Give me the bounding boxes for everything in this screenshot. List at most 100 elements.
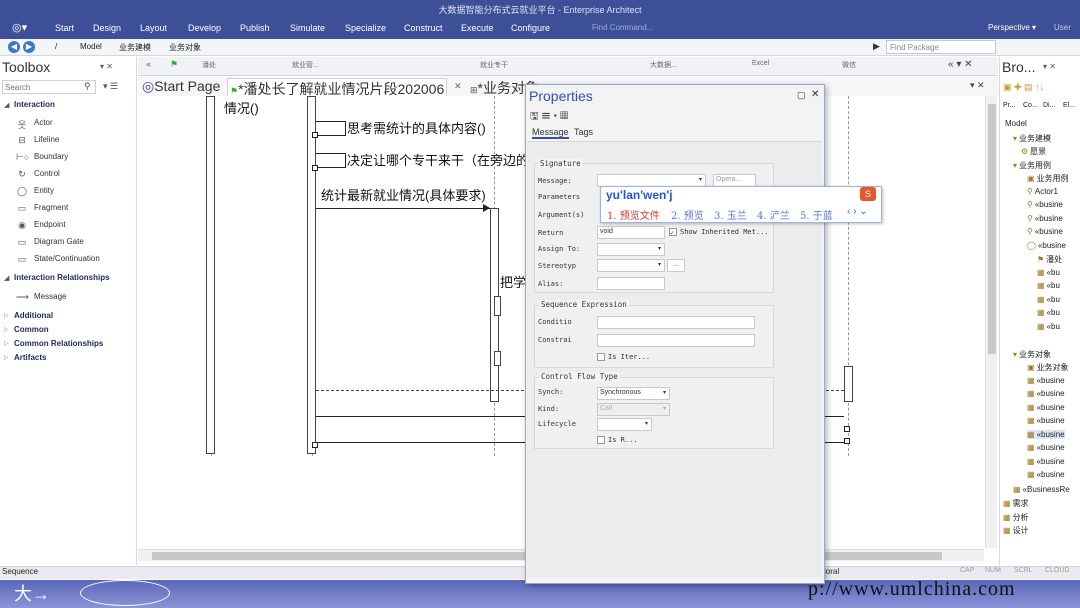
kind-select[interactable]: Call ▾ (597, 403, 670, 416)
browser-tree-item[interactable]: ⚲ «busine (1027, 227, 1063, 236)
toolbox-section-common[interactable]: Common (14, 325, 49, 334)
message-label[interactable]: 情况() (224, 98, 259, 117)
browser-tree-item[interactable]: ▦ «BusinessRe (1013, 485, 1070, 494)
browser-tree-item[interactable]: ⚲ Actor1 (1027, 187, 1058, 196)
toolbox-item-control[interactable]: Control (34, 169, 60, 178)
breadcrumb-item[interactable]: / (55, 42, 57, 51)
section-caret-icon[interactable]: ◢ (4, 101, 9, 109)
toolbox-pin-icon[interactable]: ▾ ✕ (100, 62, 113, 71)
ime-candidate[interactable]: 2. 预览 (671, 207, 704, 222)
close-tab-icon[interactable]: ✕ (454, 81, 462, 92)
show-inherited-checkbox[interactable]: ✓ Show Inherited Met... (669, 228, 769, 237)
toolbox-item-lifeline[interactable]: Lifeline (34, 135, 59, 144)
browser-tree-item[interactable]: ▾ 业务用例 (1013, 160, 1051, 171)
activation-bar[interactable] (494, 296, 501, 316)
browser-tree-item[interactable]: ▦ «busine (1027, 416, 1065, 425)
section-collapsed-icon[interactable]: ▷ (4, 312, 9, 319)
menu-design[interactable]: Design (93, 23, 121, 33)
search-icon[interactable]: ⚲ (84, 81, 91, 92)
stereotype-select[interactable]: ▾ (597, 259, 665, 272)
toolbox-item-entity[interactable]: Entity (34, 186, 54, 195)
browser-tree-item[interactable]: ▦ 设计 (1003, 525, 1029, 536)
menu-start[interactable]: Start (55, 23, 74, 33)
activation-bar[interactable] (844, 366, 853, 402)
browser-tree-item[interactable]: ▣ 业务用例 (1027, 173, 1069, 184)
toolbox-section-common-relationships[interactable]: Common Relationships (14, 339, 103, 348)
browser-tree-item[interactable]: ⚑ 潘处 (1037, 254, 1062, 265)
browser-subtab[interactable]: El... (1063, 102, 1075, 109)
toolbox-section-interaction-relationships[interactable]: Interaction Relationships (14, 273, 110, 282)
tab-list-icon[interactable]: ▾ ✕ (970, 80, 985, 91)
browser-tree-item[interactable]: ▦ «bu (1037, 295, 1060, 304)
synch-select[interactable]: Synchronous ▾ (597, 387, 670, 400)
browser-subtab[interactable]: Pr... (1003, 102, 1015, 109)
browser-tree-item[interactable]: ⚲ «busine (1027, 200, 1063, 209)
breadcrumb-item[interactable]: Model (80, 42, 102, 51)
forward-icon[interactable]: ▶ (23, 41, 35, 53)
activation-bar[interactable] (307, 96, 316, 454)
toolbox-options-icon[interactable]: ▾ ☰ (103, 81, 118, 92)
message-arrow[interactable] (316, 208, 490, 209)
toolbox-section-artifacts[interactable]: Artifacts (14, 353, 46, 362)
browser-tree-item[interactable]: ▣ 业务对象 (1027, 362, 1069, 373)
lane-header[interactable]: 就业专干 (480, 60, 508, 70)
toolbox-item-fragment[interactable]: Fragment (34, 203, 68, 212)
browser-tree-item[interactable]: ▾ 业务对象 (1013, 349, 1051, 360)
ime-candidate[interactable]: 1. 预览文件 (607, 207, 660, 222)
toolbox-item-endpoint[interactable]: Endpoint (34, 220, 66, 229)
maximize-icon[interactable]: ▢ (797, 90, 806, 101)
menu-specialize[interactable]: Specialize (345, 23, 386, 33)
toolbox-item-actor[interactable]: Actor (34, 118, 53, 127)
stereotype-browse-button[interactable]: ... (667, 259, 685, 272)
toolbox-section-additional[interactable]: Additional (14, 311, 53, 320)
menu-construct[interactable]: Construct (404, 23, 443, 33)
browser-tree-item[interactable]: ▦ «busine (1027, 470, 1065, 479)
message-label[interactable]: 思考需统计的具体内容() (347, 118, 486, 137)
breadcrumb-item[interactable]: 业务对象 (169, 42, 201, 53)
lane-header[interactable]: 潘处 (202, 60, 216, 70)
menu-simulate[interactable]: Simulate (290, 23, 325, 33)
alias-input[interactable] (597, 277, 665, 290)
lane-header[interactable]: 大数据... (650, 60, 677, 70)
browser-tree-item[interactable]: ▦ «bu (1037, 308, 1060, 317)
browser-tree-item[interactable]: ▦ «busine (1027, 457, 1065, 466)
browser-tree-item[interactable]: ▦ «busine (1027, 403, 1065, 412)
browser-tree-item[interactable]: ▦ «bu (1037, 322, 1060, 331)
browser-tree-item[interactable]: ▦ «bu (1037, 281, 1060, 290)
browser-tree-item[interactable]: ▦ 需求 (1003, 498, 1029, 509)
user-label[interactable]: User (1054, 23, 1071, 32)
ime-page-arrows-icon[interactable]: ‹ › ⌄ (847, 206, 868, 217)
message-label[interactable]: 决定让哪个专干来干（在旁边的 (347, 150, 529, 169)
ime-candidate[interactable]: 4. 浐兰 (757, 207, 790, 222)
section-collapsed-icon[interactable]: ▷ (4, 326, 9, 333)
browser-subtab[interactable]: Di... (1043, 102, 1055, 109)
diagram-sequence-icon[interactable]: ⚑ (170, 59, 178, 70)
toolbox-section-interaction[interactable]: Interaction (14, 100, 55, 109)
diagram-toolbar-nav-icon[interactable]: « ▾ ✕ (948, 59, 973, 70)
section-collapsed-icon[interactable]: ▷ (4, 354, 9, 361)
properties-toolbar-icons[interactable]: 🖫 ☰ ▾ ▦ (530, 109, 568, 126)
browser-tree-item[interactable]: ▦ «bu (1037, 268, 1060, 277)
browser-tree-item[interactable]: ◯ «busine (1027, 241, 1066, 250)
lifecycle-select[interactable]: ▾ (597, 418, 652, 431)
lane-header[interactable]: 就业管... (292, 60, 319, 70)
browser-tree-item[interactable]: ⚲ «busine (1027, 214, 1063, 223)
return-input[interactable]: void (597, 226, 665, 239)
condition-input[interactable] (597, 316, 755, 329)
activation-bar[interactable] (494, 351, 501, 366)
section-caret-icon[interactable]: ◢ (4, 274, 9, 282)
is-iter-checkbox[interactable]: Is Iter... (597, 353, 650, 361)
find-package-input[interactable]: Find Package (886, 40, 996, 54)
menu-publish[interactable]: Publish (240, 23, 270, 33)
lane-header[interactable]: Excel (752, 60, 769, 67)
tab-tags[interactable]: Tags (574, 127, 593, 137)
diagram-toolbar-icon[interactable]: « (146, 59, 151, 69)
message-label[interactable]: 把学 (500, 272, 526, 291)
section-collapsed-icon[interactable]: ▷ (4, 340, 9, 347)
is-r-checkbox[interactable]: Is R... (597, 436, 638, 444)
assign-to-select[interactable]: ▾ (597, 243, 665, 256)
toolbox-item-diagram-gate[interactable]: Diagram Gate (34, 237, 84, 246)
app-logo-icon[interactable]: ◎▾ (12, 21, 28, 35)
toolbox-item-message[interactable]: Message (34, 292, 66, 301)
ime-candidate[interactable]: 5. 于蓝 (800, 207, 833, 222)
